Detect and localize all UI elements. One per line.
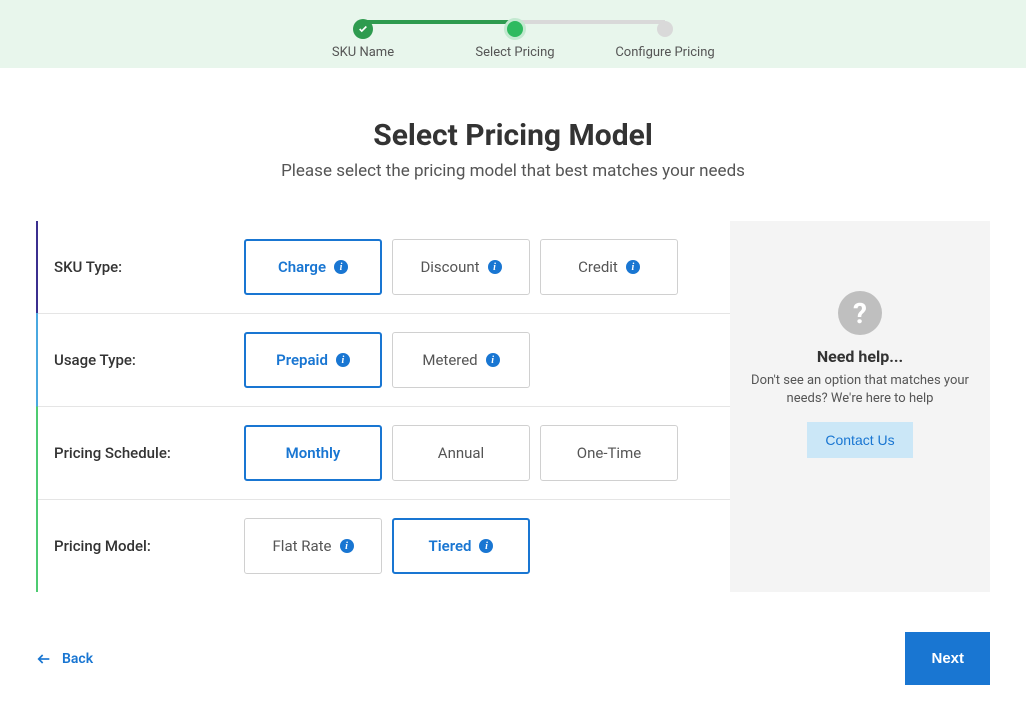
option-text: Credit bbox=[578, 258, 618, 276]
option-discount[interactable]: Discount i bbox=[392, 239, 530, 295]
option-text: Prepaid bbox=[276, 351, 328, 369]
page-subtitle: Please select the pricing model that bes… bbox=[0, 161, 1026, 181]
progress-line-fill bbox=[361, 20, 521, 24]
option-text: Charge bbox=[278, 258, 326, 276]
info-icon[interactable]: i bbox=[486, 353, 500, 367]
footer-nav: Back Next bbox=[0, 592, 1026, 705]
info-icon[interactable]: i bbox=[336, 353, 350, 367]
form-label: SKU Type: bbox=[54, 258, 244, 276]
option-text: Flat Rate bbox=[273, 537, 332, 555]
form-panel: SKU Type: Charge i Discount i Credit i U… bbox=[36, 221, 730, 592]
form-label: Pricing Schedule: bbox=[54, 444, 244, 462]
progress-bar: SKU Name Select Pricing Configure Pricin… bbox=[0, 0, 1026, 68]
help-panel: ? Need help... Don't see an option that … bbox=[730, 221, 990, 592]
option-text: Tiered bbox=[429, 537, 472, 555]
info-icon[interactable]: i bbox=[626, 260, 640, 274]
option-metered[interactable]: Metered i bbox=[392, 332, 530, 388]
contact-us-button[interactable]: Contact Us bbox=[807, 422, 912, 458]
option-annual[interactable]: Annual bbox=[392, 425, 530, 481]
option-text: Discount bbox=[420, 258, 479, 276]
page-title: Select Pricing Model bbox=[0, 118, 1026, 153]
next-button[interactable]: Next bbox=[905, 632, 990, 685]
arrow-left-icon bbox=[36, 651, 52, 667]
step-circle-pending bbox=[657, 21, 673, 37]
option-prepaid[interactable]: Prepaid i bbox=[244, 332, 382, 388]
question-icon: ? bbox=[838, 291, 882, 335]
option-charge[interactable]: Charge i bbox=[244, 239, 382, 295]
option-text: Metered bbox=[422, 351, 477, 369]
option-credit[interactable]: Credit i bbox=[540, 239, 678, 295]
option-tiered[interactable]: Tiered i bbox=[392, 518, 530, 574]
form-row-pricing-schedule: Pricing Schedule: Monthly Annual One-Tim… bbox=[38, 407, 730, 500]
check-icon bbox=[353, 19, 373, 39]
option-text: Monthly bbox=[286, 444, 341, 462]
page-header: Select Pricing Model Please select the p… bbox=[0, 118, 1026, 181]
info-icon[interactable]: i bbox=[479, 539, 493, 553]
form-row-sku-type: SKU Type: Charge i Discount i Credit i bbox=[38, 221, 730, 314]
step-label: SKU Name bbox=[332, 45, 394, 60]
progress-step-select-pricing: Select Pricing bbox=[504, 21, 526, 48]
progress-step-sku-name: SKU Name bbox=[353, 21, 373, 48]
option-text: Annual bbox=[438, 444, 484, 462]
step-label: Select Pricing bbox=[475, 45, 554, 60]
form-row-usage-type: Usage Type: Prepaid i Metered i bbox=[38, 314, 730, 407]
step-circle-active bbox=[504, 18, 526, 40]
back-label: Back bbox=[62, 651, 93, 667]
step-label: Configure Pricing bbox=[615, 45, 714, 60]
option-one-time[interactable]: One-Time bbox=[540, 425, 678, 481]
option-monthly[interactable]: Monthly bbox=[244, 425, 382, 481]
info-icon[interactable]: i bbox=[340, 539, 354, 553]
back-button[interactable]: Back bbox=[36, 651, 93, 667]
option-flat-rate[interactable]: Flat Rate i bbox=[244, 518, 382, 574]
form-label: Usage Type: bbox=[54, 351, 244, 369]
progress-step-configure-pricing: Configure Pricing bbox=[657, 21, 673, 48]
help-title: Need help... bbox=[817, 347, 903, 366]
info-icon[interactable]: i bbox=[488, 260, 502, 274]
form-row-pricing-model: Pricing Model: Flat Rate i Tiered i bbox=[38, 500, 730, 592]
info-icon[interactable]: i bbox=[334, 260, 348, 274]
help-text: Don't see an option that matches your ne… bbox=[750, 372, 970, 408]
option-text: One-Time bbox=[577, 444, 641, 462]
form-label: Pricing Model: bbox=[54, 537, 244, 555]
